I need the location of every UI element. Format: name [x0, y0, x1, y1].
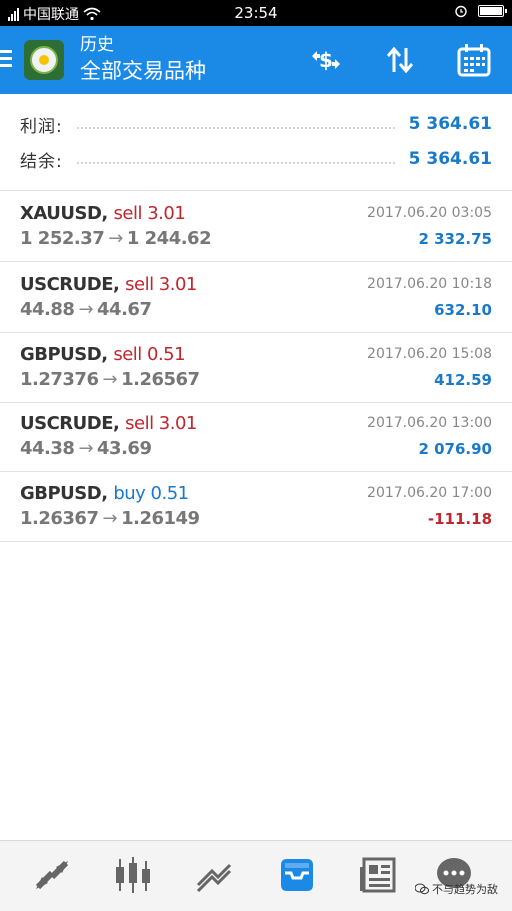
arrow-icon: →	[78, 299, 94, 320]
balance-value: 5 364.61	[408, 149, 492, 169]
trade-symbol: USCRUDE,	[20, 413, 120, 434]
profit-value: 5 364.61	[408, 114, 492, 134]
trade-icon[interactable]	[194, 855, 234, 895]
arrow-icon: →	[102, 508, 118, 529]
trade-row[interactable]: USCRUDE, sell 3.01 44.88 → 44.67 2017.06.2…	[0, 262, 512, 333]
trade-time: 2017.06.20 15:08	[367, 346, 492, 362]
status-time: 23:54	[234, 4, 278, 22]
trade-profit: 412.59	[434, 371, 492, 389]
trade-profit: 2 332.75	[418, 230, 492, 248]
open-price: 1.26367	[20, 508, 99, 529]
sort-icon[interactable]	[382, 42, 418, 78]
app-bar: 历史 全部交易品种 $	[0, 26, 512, 94]
profit-label: 利润:	[20, 116, 63, 137]
svg-text:$: $	[319, 48, 333, 72]
chart-icon[interactable]	[113, 855, 153, 895]
page-subtitle[interactable]: 全部交易品种	[80, 56, 206, 86]
dotted-leader	[76, 127, 395, 129]
profit-row: 利润: 5 364.61	[20, 110, 492, 138]
close-price: 43.69	[97, 438, 152, 459]
watermark-text: 不与趋势为敌	[432, 883, 498, 896]
history-icon[interactable]	[277, 855, 317, 895]
open-price: 1 252.37	[20, 228, 105, 249]
close-price: 1.26149	[121, 508, 200, 529]
calendar-icon[interactable]	[456, 42, 492, 78]
close-price: 1 244.62	[126, 228, 212, 249]
trade-profit: 2 076.90	[418, 440, 492, 458]
watermark: 不与趋势为敌	[415, 881, 498, 897]
open-price: 44.38	[20, 438, 75, 459]
trade-row[interactable]: XAUUSD, sell 3.01 1 252.37 → 1 244.62 2017…	[0, 191, 512, 262]
wechat-icon	[415, 883, 429, 895]
arrow-icon: →	[108, 228, 123, 249]
dollar-swap-icon[interactable]: $	[308, 42, 344, 78]
page-title: 历史	[80, 35, 114, 55]
battery-icon	[478, 5, 507, 17]
menu-icon[interactable]	[0, 50, 12, 70]
dotted-leader	[76, 162, 395, 164]
trade-direction: sell 0.51	[113, 344, 186, 365]
trade-symbol: GBPUSD,	[20, 344, 108, 365]
trade-row[interactable]: USCRUDE, sell 3.01 44.38 → 43.69 2017.06.2…	[0, 401, 512, 472]
app-logo[interactable]	[24, 40, 64, 80]
trade-time: 2017.06.20 17:00	[367, 485, 492, 501]
trade-profit: -111.18	[427, 510, 492, 528]
balance-row: 结余: 5 364.61	[20, 145, 492, 173]
trade-direction: sell 3.01	[125, 413, 197, 434]
arrow-icon: →	[102, 369, 118, 390]
trade-time: 2017.06.20 13:00	[367, 415, 492, 431]
trade-symbol: XAUUSD,	[20, 203, 108, 224]
trade-profit: 632.10	[434, 301, 492, 319]
alarm-icon	[455, 5, 467, 18]
trade-symbol: GBPUSD,	[20, 483, 108, 504]
open-price: 1.27376	[20, 369, 99, 390]
arrow-icon: →	[78, 438, 94, 459]
trade-direction: sell 3.01	[113, 203, 186, 224]
trade-time: 2017.06.20 03:05	[367, 205, 492, 221]
trade-symbol: USCRUDE,	[20, 274, 120, 295]
close-price: 44.67	[97, 299, 152, 320]
news-icon[interactable]	[358, 855, 398, 895]
trade-row[interactable]: GBPUSD, sell 0.51 1.27376 → 1.26567 2017.0…	[0, 332, 512, 403]
close-price: 1.26567	[121, 369, 200, 390]
trade-time: 2017.06.20 10:18	[367, 276, 492, 292]
status-bar: 中国联通 23:54	[0, 0, 512, 26]
bottom-nav: 不与趋势为敌	[0, 840, 512, 911]
summary-panel: 利润: 5 364.61 结余: 5 364.61	[0, 94, 512, 191]
balance-label: 结余:	[20, 151, 63, 172]
trade-direction: buy 0.51	[113, 483, 189, 504]
trade-row[interactable]: GBPUSD, buy 0.51 1.26367 → 1.26149 2017.06…	[0, 471, 512, 542]
open-price: 44.88	[20, 299, 75, 320]
trade-direction: sell 3.01	[125, 274, 197, 295]
quotes-icon[interactable]	[32, 855, 72, 895]
